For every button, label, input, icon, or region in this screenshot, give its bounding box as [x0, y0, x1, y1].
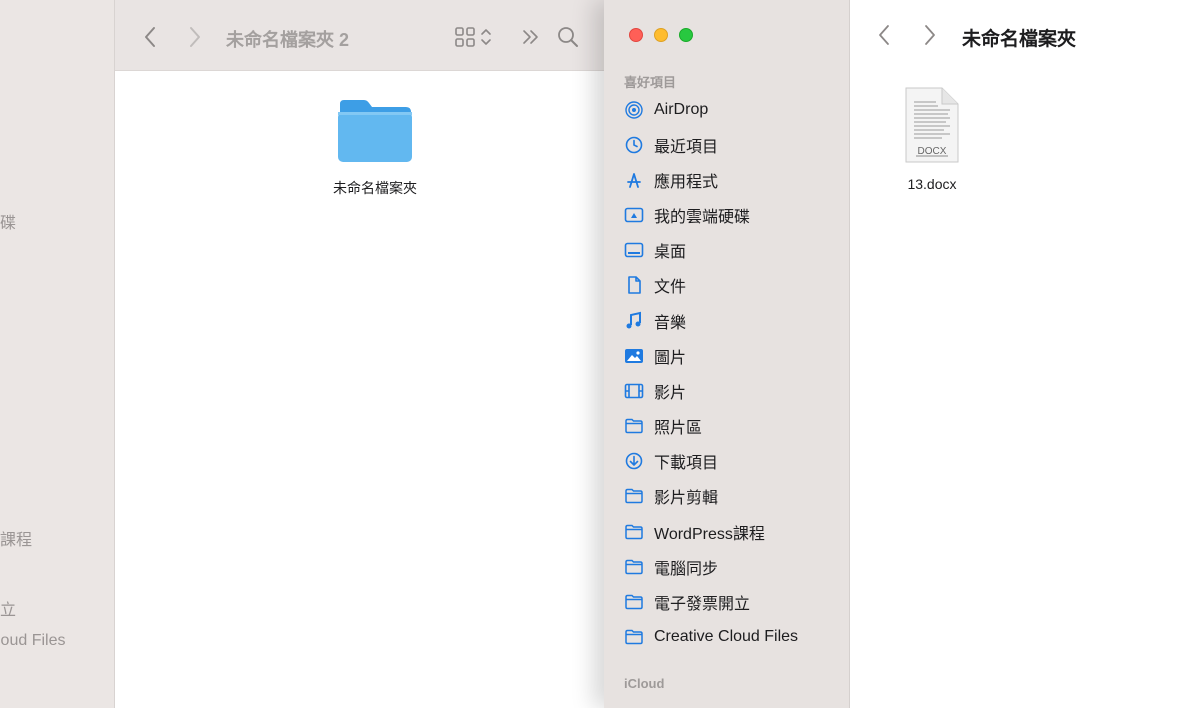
- download-icon: [624, 451, 644, 471]
- front-finder-window: 喜好項目 AirDrop 最近項目 應用程式 我的雲端硬碟 桌面 文件 音樂 圖…: [604, 0, 1200, 708]
- sidebar-item-label: 照片區: [654, 420, 703, 437]
- sidebar-item-recents[interactable]: 最近項目: [624, 130, 844, 160]
- sidebar-item-movies[interactable]: 影片: [624, 376, 844, 406]
- favorites-section-header: 喜好項目: [624, 75, 677, 90]
- sidebar-item-google-drive[interactable]: 我的雲端硬碟: [624, 200, 844, 230]
- file-item-docx[interactable]: DOCX 13.docx: [900, 86, 964, 192]
- sidebar-item-label: 影片剪輯: [654, 490, 719, 507]
- sidebar-item-label: 最近項目: [654, 139, 719, 156]
- folder-icon: [624, 592, 644, 612]
- double-chevron-right-icon: [523, 30, 538, 44]
- drive-folder-icon: [624, 205, 644, 225]
- sidebar-item-pictures[interactable]: 圖片: [624, 341, 844, 371]
- sidebar-item-photo-area[interactable]: 照片區: [624, 411, 844, 441]
- back-sidebar: 硬碟 s課程 開立 loud Files: [0, 0, 115, 708]
- sidebar-item-label: 下載項目: [654, 455, 719, 472]
- zoom-button[interactable]: [679, 28, 693, 42]
- sidebar-item-e-invoice[interactable]: 電子發票開立: [624, 587, 844, 617]
- sidebar-item-label: 桌面: [654, 244, 687, 261]
- sidebar-item-desktop[interactable]: 桌面: [624, 235, 844, 265]
- sidebar-item-label: 應用程式: [654, 174, 719, 191]
- sidebar-item-creative-cloud[interactable]: Creative Cloud Files: [624, 622, 844, 652]
- folder-icon: [624, 416, 644, 436]
- back-sidebar-item-invoice[interactable]: 開立: [0, 596, 16, 620]
- search-button[interactable]: [555, 24, 581, 50]
- chevron-right-icon: [925, 25, 935, 45]
- sidebar-item-downloads[interactable]: 下載項目: [624, 446, 844, 476]
- icloud-section-header: iCloud: [624, 676, 665, 691]
- desktop-icon: [624, 240, 644, 260]
- sidebar-item-computer-sync[interactable]: 電腦同步: [624, 552, 844, 582]
- clock-icon: [624, 135, 644, 155]
- chevron-left-icon: [879, 25, 889, 45]
- back-toolbar: [115, 0, 606, 71]
- document-icon: [624, 275, 644, 295]
- chevron-up-down-icon: [481, 29, 491, 45]
- folder-icon: [624, 557, 644, 577]
- airdrop-icon: [624, 100, 644, 120]
- sidebar-item-video-editing[interactable]: 影片剪輯: [624, 481, 844, 511]
- front-sidebar: 喜好項目 AirDrop 最近項目 應用程式 我的雲端硬碟 桌面 文件 音樂 圖…: [604, 0, 850, 708]
- sidebar-item-label: AirDrop: [654, 101, 709, 118]
- music-note-icon: [624, 311, 644, 331]
- back-nav-back-button[interactable]: [140, 24, 160, 50]
- folder-icon: [338, 100, 412, 162]
- sidebar-item-label: 影片: [654, 385, 687, 402]
- back-sidebar-item-course[interactable]: s課程: [0, 526, 32, 550]
- close-button[interactable]: [629, 28, 643, 42]
- minimize-button[interactable]: [654, 28, 668, 42]
- sidebar-item-label: WordPress課程: [654, 526, 765, 543]
- back-sidebar-item-drive[interactable]: 硬碟: [0, 209, 16, 233]
- front-nav-forward-button[interactable]: [920, 22, 940, 48]
- sidebar-item-label: 我的雲端硬碟: [654, 209, 751, 226]
- sidebar-item-music[interactable]: 音樂: [624, 306, 844, 336]
- sidebar-item-label: 電子發票開立: [654, 596, 751, 613]
- sidebar-item-label: 音樂: [654, 315, 687, 332]
- sidebar-item-documents[interactable]: 文件: [624, 270, 844, 300]
- back-sidebar-item-creative-cloud[interactable]: loud Files: [0, 632, 65, 650]
- chevron-left-icon: [145, 27, 155, 47]
- folder-icon: [624, 486, 644, 506]
- back-nav-forward-button[interactable]: [185, 24, 205, 50]
- applications-icon: [624, 170, 644, 190]
- sidebar-item-airdrop[interactable]: AirDrop: [624, 95, 844, 125]
- photo-icon: [624, 346, 644, 366]
- search-icon: [558, 27, 578, 47]
- sidebar-item-label: Creative Cloud Files: [654, 628, 799, 645]
- grid-view-icon: [455, 27, 475, 47]
- back-window-title: 未命名檔案夾 2: [226, 30, 350, 50]
- file-label: 13.docx: [907, 176, 957, 192]
- toolbar-overflow-button[interactable]: [518, 24, 542, 50]
- front-content-area: 未命名檔案夾 DOCX 13.docx: [850, 0, 1200, 708]
- chevron-right-icon: [190, 27, 200, 47]
- film-icon: [624, 381, 644, 401]
- front-window-title: 未命名檔案夾: [962, 29, 1077, 50]
- sidebar-item-wordpress-course[interactable]: WordPress課程: [624, 517, 844, 547]
- folder-item[interactable]: 未命名檔案夾: [323, 98, 427, 198]
- sidebar-item-label: 圖片: [654, 350, 687, 367]
- sidebar-item-applications[interactable]: 應用程式: [624, 165, 844, 195]
- folder-icon: [624, 627, 644, 647]
- svg-text:DOCX: DOCX: [918, 146, 947, 157]
- folder-label: 未命名檔案夾: [333, 180, 417, 196]
- docx-file-icon: DOCX: [905, 87, 959, 163]
- sidebar-item-label: 電腦同步: [654, 561, 719, 578]
- view-options-button[interactable]: [449, 24, 497, 50]
- front-nav-back-button[interactable]: [874, 22, 894, 48]
- sidebar-item-label: 文件: [654, 279, 687, 296]
- back-finder-window: 硬碟 s課程 開立 loud Files 未命名檔案夾 2 未命名檔案夾: [0, 0, 606, 708]
- folder-icon: [624, 522, 644, 542]
